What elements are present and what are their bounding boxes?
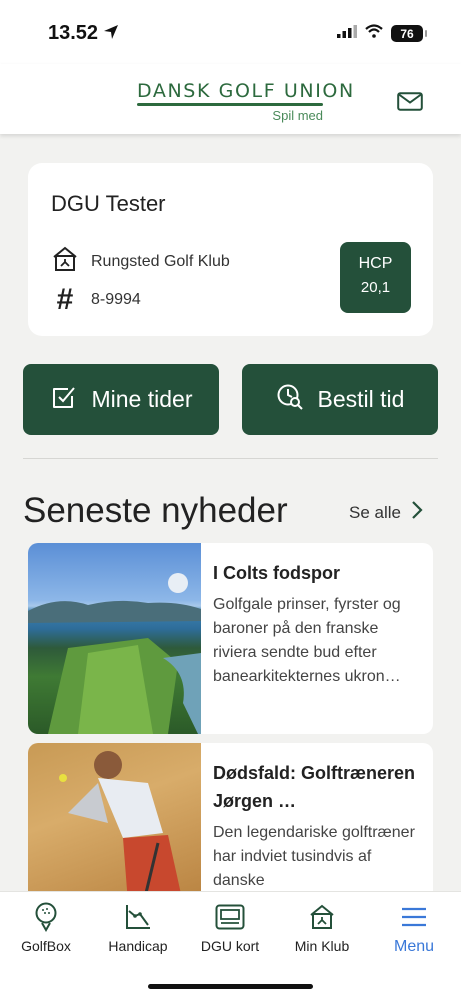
wifi-icon [365,24,383,43]
news-excerpt: Den legendariske golftræner har indviet … [213,824,415,889]
chevron-right-icon [411,500,423,525]
status-icons: 76 [337,24,427,43]
logo-subtitle: Spil med [272,108,323,123]
search-clock-icon [276,383,304,417]
member-id: 8-9994 [91,291,141,308]
news-image-coast [28,543,201,734]
status-bar: 13.52 76 [0,0,461,64]
golf-ball-icon [0,902,92,932]
see-all-link[interactable]: Se alle [349,500,423,525]
app-header: DANSK GOLF UNION Spil med [0,64,461,134]
location-arrow-icon [103,24,119,45]
clubhouse-icon [276,902,368,932]
checkbox-icon [50,383,78,417]
signal-icon [337,24,357,43]
hcp-badge: HCP 20,1 [340,242,411,313]
hcp-label: HCP [358,255,393,272]
tab-dgu-card[interactable]: DGU kort [184,902,276,954]
news-section-title: Seneste nyheder [23,491,288,530]
battery-indicator: 76 [391,25,427,42]
book-time-button[interactable]: Bestil tid [242,364,438,435]
see-all-label: Se alle [349,502,401,522]
tab-label: DGU kort [200,938,260,954]
hash-icon: # [56,283,74,316]
news-card[interactable]: Dødsfald: Golftræneren Jørgen … Den lege… [28,743,433,903]
menu-icon [368,902,460,932]
status-time: 13.52 [48,22,99,44]
tab-label: Min Klub [294,938,350,954]
news-excerpt: Golfgale prinser, fyrster og baroner på … [213,596,401,685]
member-id-row: # 8-9994 [51,283,141,317]
clubhouse-icon [51,245,79,278]
my-times-label: Mine tider [91,386,193,412]
tab-label: Menu [393,938,435,955]
profile-name: DGU Tester [51,191,166,216]
chart-icon [92,902,184,932]
dgu-logo: DANSK GOLF UNION Spil med [137,80,355,123]
news-title: I Colts fodspor [213,563,340,583]
my-times-button[interactable]: Mine tider [23,364,219,435]
home-indicator [148,984,313,989]
tab-menu[interactable]: Menu [368,902,460,956]
tab-my-club[interactable]: Min Klub [276,902,368,954]
mail-icon[interactable] [397,92,423,116]
profile-card[interactable]: DGU Tester Rungsted Golf Klub # 8-9994 H… [28,163,433,336]
news-image-golfer [28,743,201,903]
club-name: Rungsted Golf Klub [91,252,230,270]
tab-label: Handicap [108,938,168,954]
tab-label: GolfBox [21,938,71,954]
hcp-value: 20,1 [360,279,391,296]
news-card[interactable]: I Colts fodspor Golfgale prinser, fyrste… [28,543,433,734]
divider [23,458,438,459]
tab-golfbox[interactable]: GolfBox [0,902,92,954]
book-time-label: Bestil tid [317,386,405,412]
news-title: Dødsfald: Golftræneren Jørgen … [213,763,416,811]
club-row: Rungsted Golf Klub [51,245,230,278]
card-icon [184,902,276,932]
logo-text: DANSK GOLF UNION [137,80,355,102]
tab-handicap[interactable]: Handicap [92,902,184,954]
